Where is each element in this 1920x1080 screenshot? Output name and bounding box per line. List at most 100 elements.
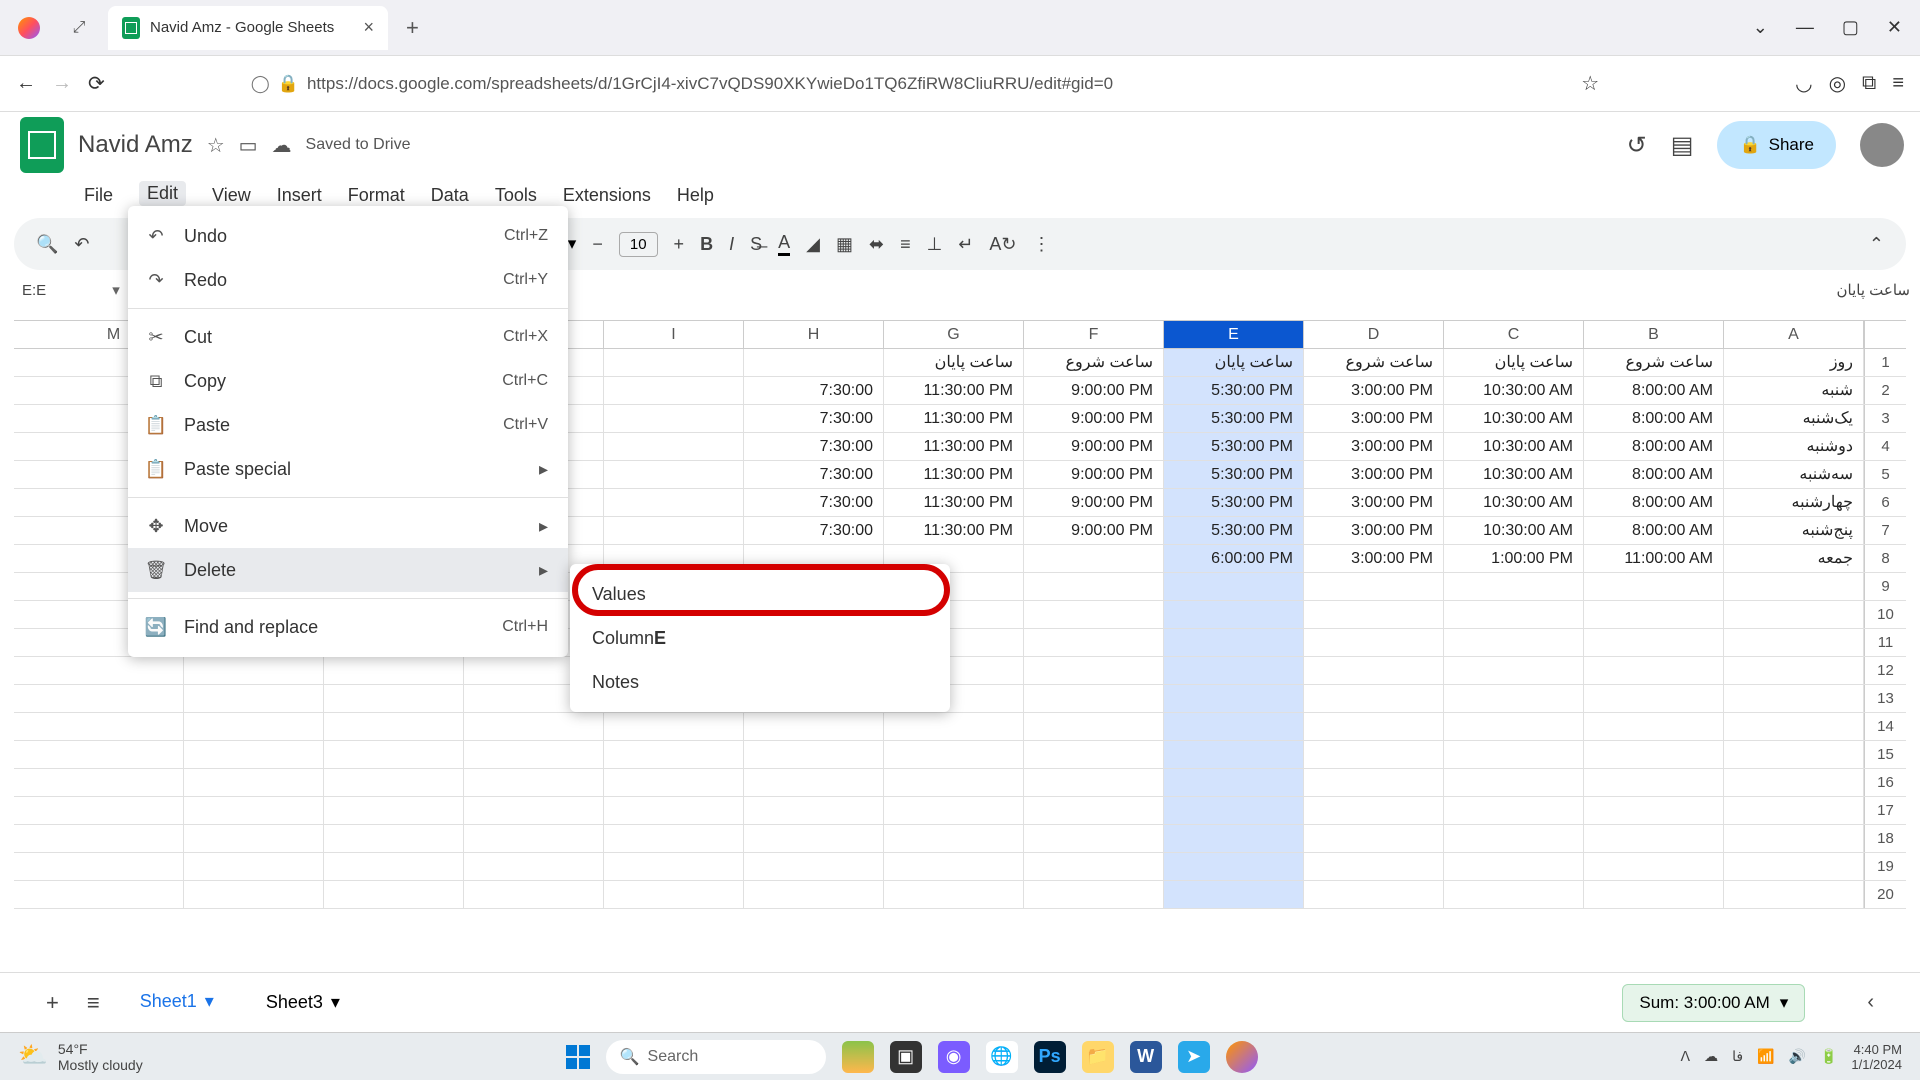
cloud-icon[interactable]: ☁ — [272, 133, 292, 158]
history-icon[interactable]: ↺ — [1627, 131, 1647, 160]
cell[interactable] — [184, 769, 324, 796]
cell[interactable]: سه‌شنبه — [1724, 461, 1864, 488]
cell[interactable] — [744, 797, 884, 824]
onedrive-icon[interactable]: ☁ — [1704, 1048, 1718, 1065]
cell[interactable] — [1584, 881, 1724, 908]
cell[interactable]: روز — [1724, 349, 1864, 376]
row-header[interactable]: 4 — [1864, 433, 1906, 460]
cell[interactable] — [744, 853, 884, 880]
row-header[interactable]: 15 — [1864, 741, 1906, 768]
taskbar-search[interactable]: 🔍Search — [606, 1040, 826, 1074]
cell[interactable] — [884, 741, 1024, 768]
cell[interactable] — [1444, 853, 1584, 880]
extensions-icon[interactable]: ⧉ — [1862, 72, 1876, 95]
cell[interactable] — [1304, 825, 1444, 852]
clock[interactable]: 4:40 PM1/1/2024 — [1851, 1042, 1902, 1072]
row-header[interactable]: 20 — [1864, 881, 1906, 908]
cell[interactable] — [1024, 713, 1164, 740]
cell[interactable] — [1584, 853, 1724, 880]
sheet-tab-1[interactable]: Sheet1▾ — [128, 985, 226, 1021]
cell[interactable] — [604, 433, 744, 460]
cell[interactable] — [1724, 853, 1864, 880]
cell[interactable] — [184, 797, 324, 824]
cell[interactable] — [464, 853, 604, 880]
cell[interactable] — [324, 685, 464, 712]
volume-icon[interactable]: 🔊 — [1789, 1048, 1806, 1065]
cell[interactable] — [44, 853, 184, 880]
cell[interactable]: 11:00:00 AM — [1584, 545, 1724, 572]
bold-icon[interactable]: B — [700, 234, 713, 255]
cell[interactable] — [1444, 797, 1584, 824]
edit-copy[interactable]: ⧉CopyCtrl+C — [128, 359, 568, 403]
cell[interactable]: 8:00:00 AM — [1584, 461, 1724, 488]
battery-icon[interactable]: 🔋 — [1820, 1048, 1837, 1065]
text-color-icon[interactable]: A — [778, 232, 790, 256]
edit-redo[interactable]: ↷RedoCtrl+Y — [128, 258, 568, 302]
cell[interactable] — [1724, 713, 1864, 740]
cell[interactable] — [464, 741, 604, 768]
forward-button[interactable]: → — [52, 72, 72, 95]
row-header[interactable]: 5 — [1864, 461, 1906, 488]
pocket-icon[interactable]: ◡ — [1795, 71, 1812, 96]
col-header-B[interactable]: B — [1584, 321, 1724, 348]
col-header-H[interactable]: H — [744, 321, 884, 348]
cell[interactable] — [184, 685, 324, 712]
cell[interactable] — [1444, 881, 1584, 908]
cell[interactable] — [1584, 573, 1724, 600]
explorer-icon[interactable]: 📁 — [1082, 1041, 1114, 1073]
cell[interactable]: 3:00:00 PM — [1304, 461, 1444, 488]
cell[interactable]: 3:00:00 PM — [1304, 489, 1444, 516]
cell[interactable] — [604, 489, 744, 516]
cell[interactable]: 5:30:00 PM — [1164, 517, 1304, 544]
edit-undo[interactable]: ↶UndoCtrl+Z — [128, 214, 568, 258]
cell[interactable] — [604, 853, 744, 880]
cell[interactable] — [1584, 629, 1724, 656]
cell[interactable] — [1724, 601, 1864, 628]
menu-icon[interactable]: ≡ — [1892, 72, 1904, 95]
comment-icon[interactable]: ▤ — [1671, 131, 1694, 160]
chevron-down-icon[interactable]: ▾ — [205, 991, 214, 1012]
row-header[interactable]: 12 — [1864, 657, 1906, 684]
move-folder-icon[interactable]: ▭ — [239, 133, 258, 158]
star-icon[interactable]: ☆ — [1581, 71, 1599, 96]
cell[interactable]: 10:30:00 AM — [1444, 489, 1584, 516]
quicksum-chip[interactable]: Sum: 3:00:00 AM▾ — [1622, 984, 1805, 1022]
row-header[interactable]: 9 — [1864, 573, 1906, 600]
cell[interactable] — [1024, 629, 1164, 656]
cell[interactable] — [1724, 629, 1864, 656]
expand-icon[interactable]: ⤢ — [68, 17, 90, 39]
cell[interactable] — [1304, 601, 1444, 628]
cell[interactable]: 9:00:00 PM — [1024, 377, 1164, 404]
italic-icon[interactable]: I — [729, 234, 734, 255]
chevron-down-icon[interactable]: ⌄ — [1753, 17, 1768, 38]
delete-notes[interactable]: Notes — [570, 660, 950, 704]
cell[interactable]: ساعت شروع — [1304, 349, 1444, 376]
language-indicator[interactable]: فا — [1732, 1048, 1743, 1065]
cell[interactable] — [324, 797, 464, 824]
sheet-tab-3[interactable]: Sheet3▾ — [254, 986, 352, 1019]
cell[interactable]: شنبه — [1724, 377, 1864, 404]
valign-icon[interactable]: ⊥ — [927, 234, 943, 255]
col-header-C[interactable]: C — [1444, 321, 1584, 348]
cell[interactable]: 5:30:00 PM — [1164, 461, 1304, 488]
delete-values[interactable]: Values — [570, 572, 950, 616]
cell[interactable] — [324, 881, 464, 908]
cell[interactable]: ساعت پایان — [1444, 349, 1584, 376]
cell[interactable] — [44, 741, 184, 768]
menu-format[interactable]: Format — [348, 185, 405, 206]
back-button[interactable]: ← — [16, 72, 36, 95]
cell[interactable] — [44, 685, 184, 712]
cell[interactable] — [1024, 685, 1164, 712]
col-header-D[interactable]: D — [1304, 321, 1444, 348]
cell[interactable] — [1584, 825, 1724, 852]
cell[interactable]: 7:30:00 — [744, 405, 884, 432]
cell[interactable] — [1444, 769, 1584, 796]
cell[interactable] — [1024, 545, 1164, 572]
cell[interactable]: 10:30:00 AM — [1444, 461, 1584, 488]
app-icon[interactable] — [842, 1041, 874, 1073]
cell[interactable] — [604, 349, 744, 376]
cell[interactable]: 8:00:00 AM — [1584, 377, 1724, 404]
cell[interactable]: 10:30:00 AM — [1444, 377, 1584, 404]
cell[interactable] — [1164, 629, 1304, 656]
cell[interactable] — [884, 713, 1024, 740]
